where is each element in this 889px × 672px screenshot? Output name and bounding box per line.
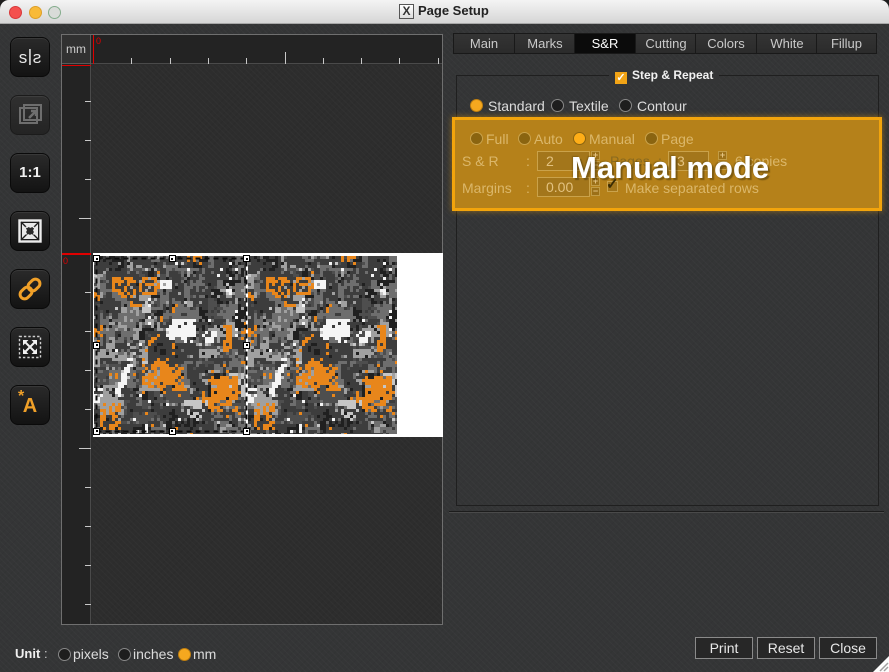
svg-text:s: s — [19, 48, 28, 67]
svg-text:s: s — [33, 48, 42, 67]
